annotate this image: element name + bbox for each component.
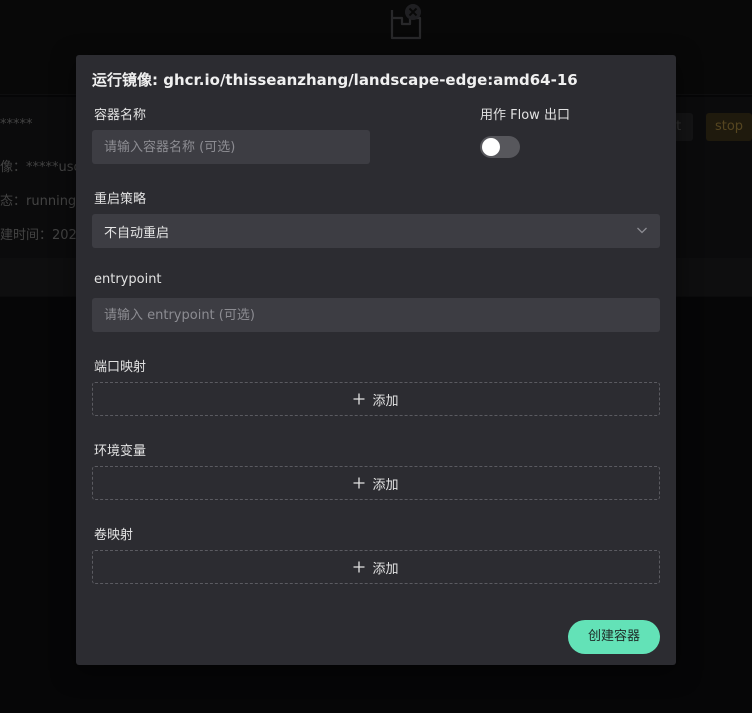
- entrypoint-input[interactable]: [92, 298, 660, 332]
- create-container-button[interactable]: 创建容器: [568, 620, 660, 654]
- chevron-down-icon: [637, 227, 647, 234]
- container-name-label: 容器名称: [94, 108, 147, 123]
- port-mapping-label: 端口映射: [94, 360, 147, 375]
- env-vars-label: 环境变量: [94, 444, 147, 459]
- restart-policy-value: 不自动重启: [104, 226, 170, 241]
- container-name-input[interactable]: [92, 130, 370, 164]
- dialog-title: 运行镜像: ghcr.io/thisseanzhang/landscape-ed…: [92, 71, 578, 89]
- flow-exit-toggle[interactable]: [480, 136, 520, 158]
- restart-policy-select[interactable]: 不自动重启: [92, 214, 660, 248]
- entrypoint-label: entrypoint: [94, 272, 162, 287]
- volume-mapping-label: 卷映射: [94, 528, 134, 543]
- toggle-knob: [482, 138, 500, 156]
- flow-exit-label: 用作 Flow 出口: [480, 108, 570, 123]
- run-image-dialog: 运行镜像: ghcr.io/thisseanzhang/landscape-ed…: [76, 55, 676, 665]
- plus-icon: [353, 393, 365, 405]
- add-volume-mapping-button[interactable]: 添加: [92, 550, 660, 584]
- add-env-var-button[interactable]: 添加: [92, 466, 660, 500]
- add-port-mapping-button[interactable]: 添加: [92, 382, 660, 416]
- plus-icon: [353, 561, 365, 573]
- restart-policy-label: 重启策略: [94, 192, 147, 207]
- plus-icon: [353, 477, 365, 489]
